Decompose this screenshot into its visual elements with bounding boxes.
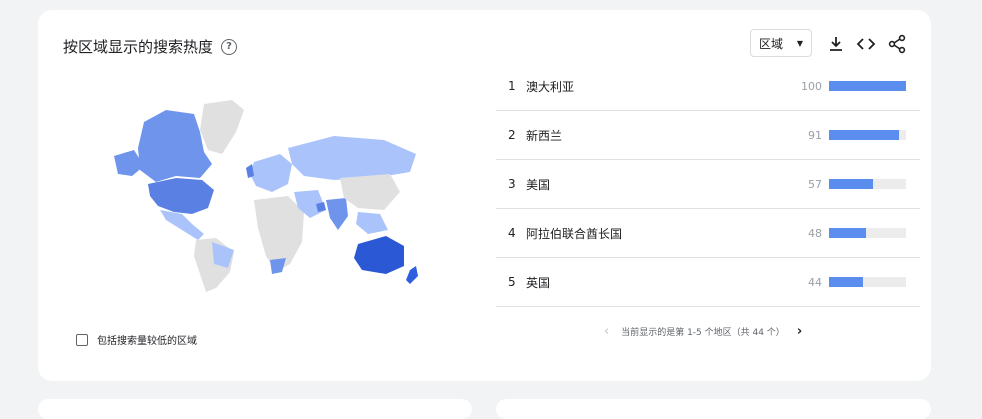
value-bar-fill (829, 228, 866, 238)
region-value: 100 (801, 79, 822, 93)
rank-number: 2 (508, 128, 516, 142)
region-ranking-list: 1 澳大利亚 100 2 新西兰 91 3 美国 57 4 阿拉伯联合酋长国 4… (496, 62, 920, 307)
region-name[interactable]: 澳大利亚 (526, 78, 782, 95)
value-bar-fill (829, 130, 900, 140)
value-bar-track (829, 179, 906, 189)
map-region-russia[interactable] (288, 136, 416, 180)
region-value: 57 (808, 177, 822, 191)
map-region-india[interactable] (326, 198, 348, 230)
help-icon[interactable]: ? (221, 38, 238, 55)
include-low-volume-option[interactable]: 包括搜索量较低的区域 (76, 332, 197, 347)
chevron-right-icon[interactable]: › (797, 324, 802, 339)
value-bar-fill (829, 277, 863, 287)
rank-number: 5 (508, 275, 516, 289)
interest-by-region-card: 按区域显示的搜索热度 ? 区域 ▼ 1 澳大利亚 100 2 新西兰 91 3 … (38, 10, 931, 381)
map-region-australia[interactable] (354, 236, 404, 274)
chevron-down-icon: ▼ (796, 38, 803, 48)
value-bar-track (829, 277, 906, 287)
map-region-east-asia[interactable] (340, 174, 400, 210)
map-region-new-zealand[interactable] (406, 266, 418, 284)
region-select[interactable]: 区域 ▼ (750, 29, 812, 57)
map-region-europe[interactable] (250, 154, 292, 192)
ranking-row[interactable]: 2 新西兰 91 (496, 111, 920, 160)
world-map[interactable] (104, 92, 424, 292)
region-value: 91 (808, 128, 822, 142)
region-select-value: 区域 (759, 36, 784, 51)
ranking-row[interactable]: 3 美国 57 (496, 160, 920, 209)
map-region-south-africa[interactable] (270, 258, 286, 274)
map-region-mexico[interactable] (160, 210, 204, 240)
next-card-right (496, 399, 931, 419)
include-low-volume-checkbox[interactable] (76, 333, 88, 346)
region-name[interactable]: 新西兰 (526, 127, 782, 144)
chevron-left-icon[interactable]: ‹ (604, 324, 609, 339)
value-bar-fill (829, 179, 873, 189)
next-card-left (38, 399, 472, 419)
rank-number: 3 (508, 177, 516, 191)
region-value: 48 (808, 226, 822, 240)
share-icon[interactable] (887, 34, 907, 54)
value-bar-fill (829, 81, 906, 91)
card-title-text: 按区域显示的搜索热度 (63, 38, 214, 56)
download-icon[interactable] (826, 34, 846, 54)
map-region-southeast-asia[interactable] (356, 212, 388, 234)
region-name[interactable]: 美国 (526, 176, 782, 193)
value-bar-track (829, 228, 906, 238)
pagination-text: 当前显示的是第 1-5 个地区（共 44 个） (621, 328, 785, 338)
value-bar-track (829, 81, 906, 91)
ranking-row[interactable]: 1 澳大利亚 100 (496, 62, 920, 111)
rank-number: 1 (508, 79, 516, 93)
map-region-canada[interactable] (138, 110, 212, 182)
map-region-greenland[interactable] (200, 100, 244, 154)
card-title: 按区域显示的搜索热度 ? (63, 36, 238, 57)
pagination: ‹ 当前显示的是第 1-5 个地区（共 44 个） › (604, 324, 802, 339)
include-low-volume-label: 包括搜索量较低的区域 (97, 336, 197, 347)
value-bar-track (829, 130, 906, 140)
ranking-row[interactable]: 4 阿拉伯联合酋长国 48 (496, 209, 920, 258)
ranking-row[interactable]: 5 英国 44 (496, 258, 920, 307)
rank-number: 4 (508, 226, 516, 240)
embed-code-icon[interactable] (856, 34, 876, 54)
map-region-usa[interactable] (148, 178, 214, 214)
region-name[interactable]: 阿拉伯联合酋长国 (526, 225, 782, 242)
region-value: 44 (808, 275, 822, 289)
region-name[interactable]: 英国 (526, 274, 782, 291)
